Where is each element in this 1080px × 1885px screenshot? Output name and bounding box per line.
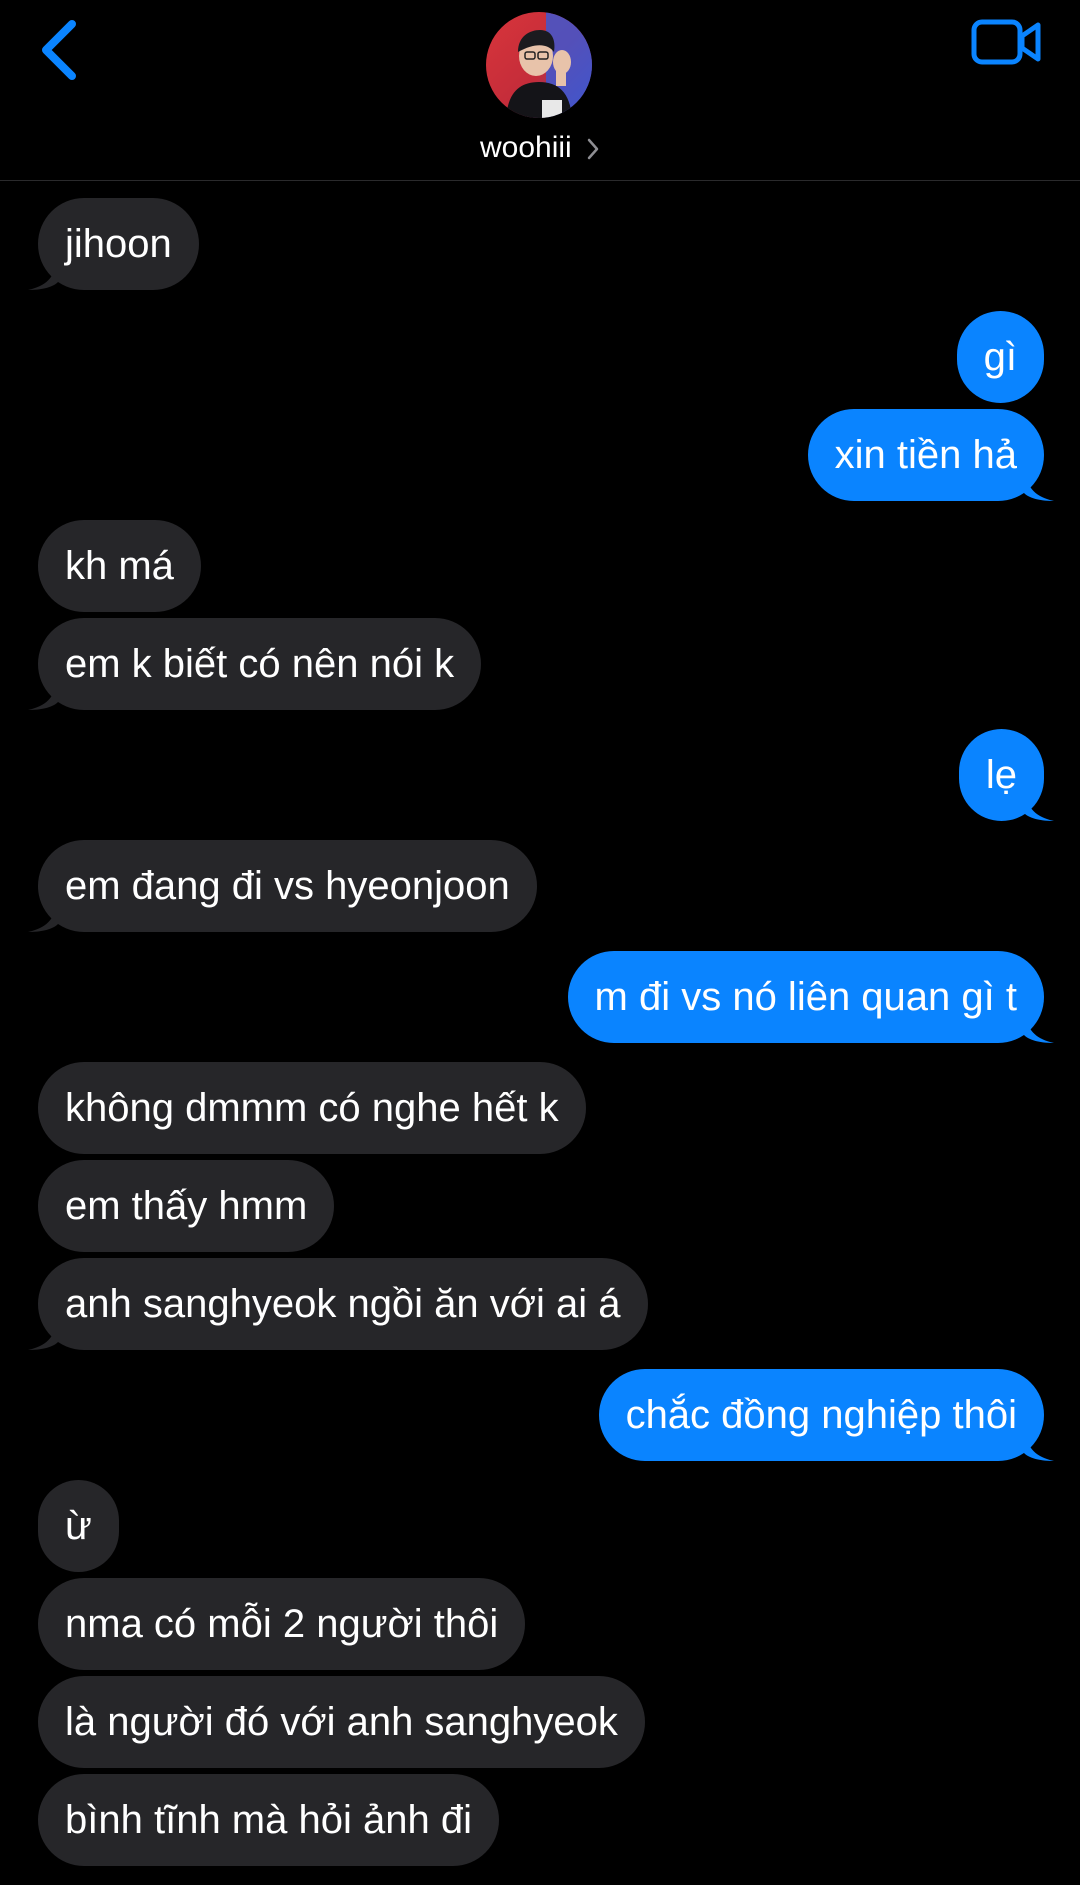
message-bubble[interactable]: em k biết có nên nói k xyxy=(38,618,482,710)
bubble-tail xyxy=(1024,471,1054,501)
message-bubble[interactable]: bình tĩnh mà hỏi ảnh đi xyxy=(38,1774,499,1866)
message-bubble[interactable]: em đang đi vs hyeonjoon xyxy=(38,840,537,932)
message-bubble[interactable]: không dmmm có nghe hết k xyxy=(38,1062,586,1154)
message-incoming[interactable]: ừ xyxy=(38,1480,119,1572)
message-outgoing[interactable]: xin tiền hả xyxy=(807,409,1054,501)
message-outgoing[interactable]: lẹ xyxy=(958,729,1054,821)
video-call-button[interactable] xyxy=(970,14,1044,70)
message-incoming[interactable]: không dmmm có nghe hết k xyxy=(38,1062,586,1154)
message-incoming[interactable]: anh sanghyeok ngồi ăn với ai á xyxy=(28,1258,648,1350)
bubble-tail xyxy=(28,260,58,290)
message-bubble[interactable]: em thấy hmm xyxy=(38,1160,335,1252)
message-bubble[interactable]: ừ xyxy=(38,1480,119,1572)
contact-avatar[interactable] xyxy=(486,12,592,118)
message-outgoing[interactable]: m đi vs nó liên quan gì t xyxy=(567,951,1054,1043)
message-thread: jihoon gì xin tiền hả kh má em k biết có… xyxy=(0,0,1080,1885)
bubble-tail xyxy=(1024,791,1054,821)
bubble-tail xyxy=(1024,1013,1054,1043)
message-incoming[interactable]: bình tĩnh mà hỏi ảnh đi xyxy=(38,1774,499,1866)
message-bubble[interactable]: gì xyxy=(956,311,1044,403)
chevron-right-icon xyxy=(587,138,599,160)
bubble-tail xyxy=(28,680,58,710)
message-bubble[interactable]: xin tiền hả xyxy=(807,409,1044,501)
message-outgoing[interactable]: chắc đồng nghiệp thôi xyxy=(598,1369,1054,1461)
video-camera-icon xyxy=(971,19,1041,65)
chevron-left-icon xyxy=(42,20,76,80)
bubble-tail xyxy=(28,902,58,932)
message-bubble[interactable]: nma có mỗi 2 người thôi xyxy=(38,1578,526,1670)
message-outgoing[interactable]: gì xyxy=(956,311,1044,403)
contact-name: woohiii xyxy=(479,131,572,164)
message-bubble[interactable]: anh sanghyeok ngồi ăn với ai á xyxy=(38,1258,648,1350)
message-incoming[interactable]: jihoon xyxy=(28,198,199,290)
contact-name-button[interactable]: woohiii xyxy=(0,128,1080,168)
message-bubble[interactable]: m đi vs nó liên quan gì t xyxy=(567,951,1044,1043)
message-incoming[interactable]: là người đó với anh sanghyeok xyxy=(38,1676,645,1768)
message-bubble[interactable]: kh má xyxy=(38,520,201,612)
message-incoming[interactable]: em thấy hmm xyxy=(38,1160,335,1252)
message-bubble[interactable]: là người đó với anh sanghyeok xyxy=(38,1676,645,1768)
message-incoming[interactable]: em đang đi vs hyeonjoon xyxy=(28,840,537,932)
message-bubble[interactable]: chắc đồng nghiệp thôi xyxy=(598,1369,1044,1461)
avatar-photo xyxy=(486,12,592,118)
message-incoming[interactable]: kh má xyxy=(38,520,201,612)
message-bubble[interactable]: jihoon xyxy=(38,198,199,290)
bubble-tail xyxy=(28,1320,58,1350)
message-incoming[interactable]: em k biết có nên nói k xyxy=(28,618,482,710)
bubble-tail xyxy=(1024,1431,1054,1461)
conversation-header: woohiii xyxy=(0,0,1080,181)
back-button[interactable] xyxy=(34,16,90,84)
message-incoming[interactable]: nma có mỗi 2 người thôi xyxy=(38,1578,526,1670)
